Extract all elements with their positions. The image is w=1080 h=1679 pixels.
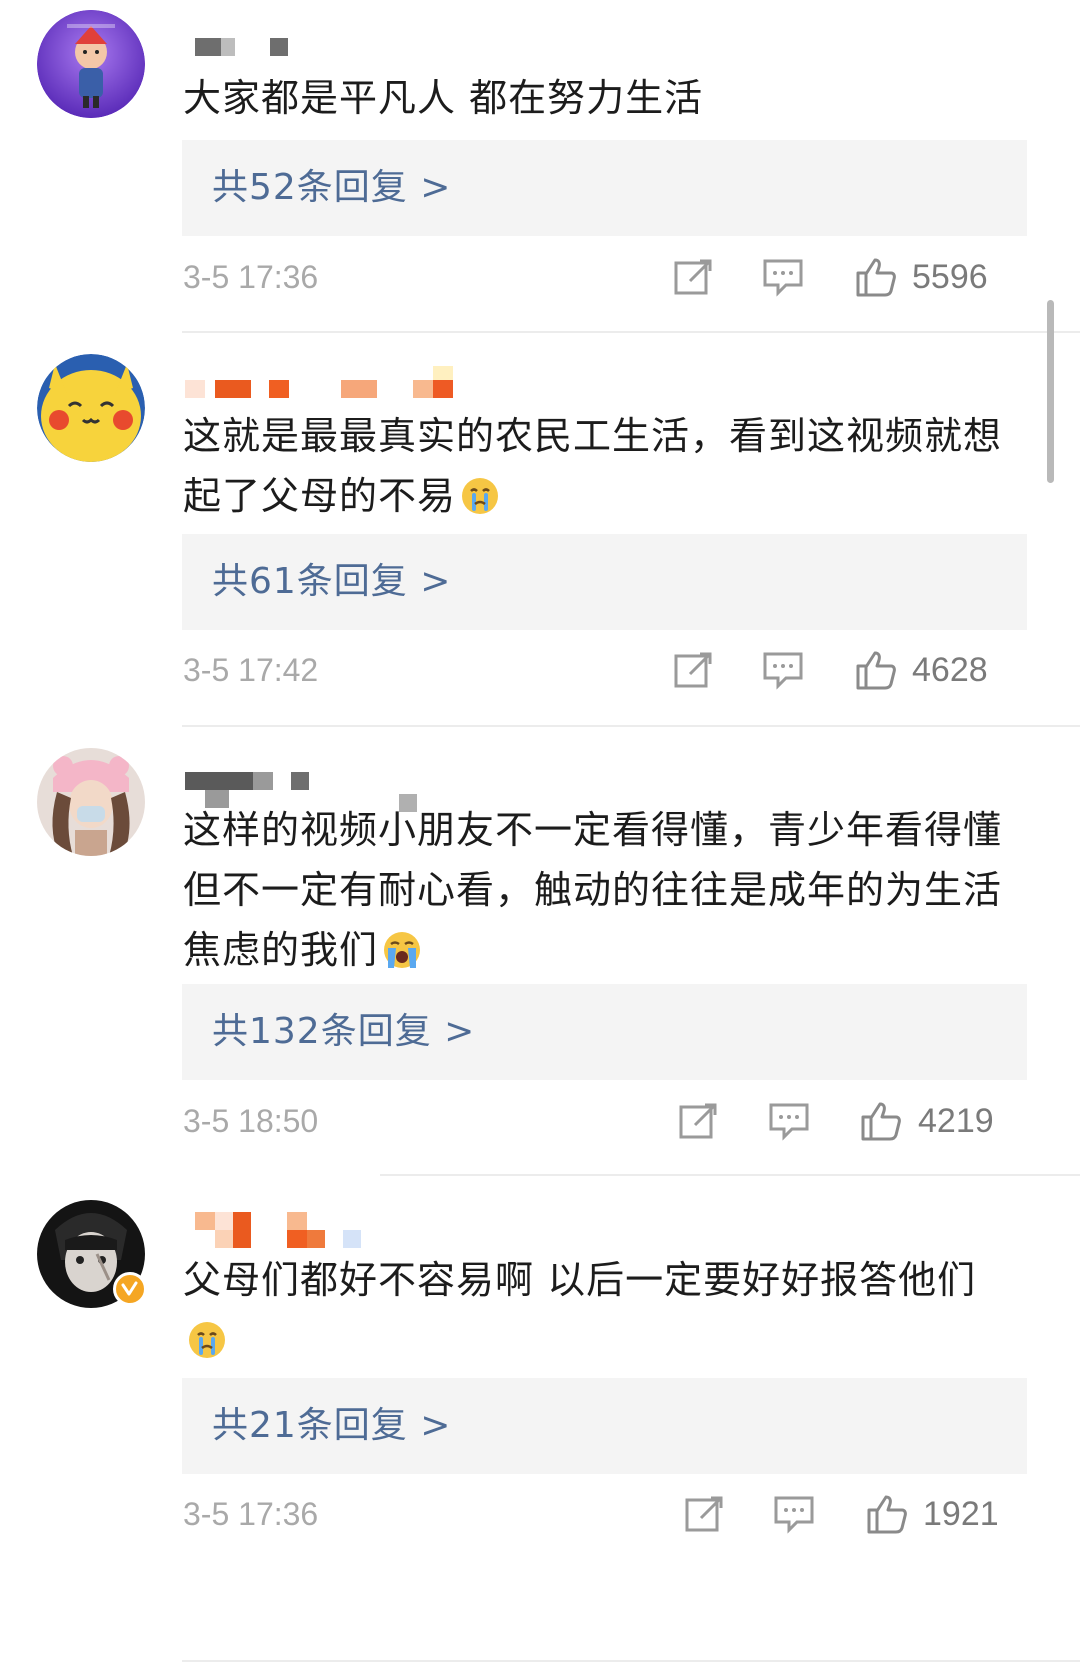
share-icon[interactable] xyxy=(683,1494,725,1534)
divider xyxy=(380,1174,1080,1176)
thumbs-up-icon[interactable] xyxy=(860,1101,902,1141)
comment-text-body: 这就是最最真实的农民工生活，看到这视频就想起了父母的不易 xyxy=(183,414,1003,518)
avatar[interactable] xyxy=(37,748,145,856)
replies-label: 共52条回复 > xyxy=(212,167,452,208)
loudly-crying-emoji xyxy=(382,930,422,970)
comment-text: 父母们都好不容易啊 以后一定要好好报答他们 xyxy=(183,1250,1003,1370)
verified-badge-icon xyxy=(113,1272,147,1306)
comment-time: 3-5 18:50 xyxy=(183,1103,319,1139)
comment-meta: 3-5 17:42 4628 xyxy=(0,640,1080,700)
comment-icon[interactable] xyxy=(762,257,804,297)
comment-text: 这样的视频小朋友不一定看得懂，青少年看得懂但不一定有耐心看，触动的往往是成年的为… xyxy=(183,800,1003,980)
divider xyxy=(182,1660,1080,1662)
comment-meta: 3-5 17:36 1921 xyxy=(0,1484,1080,1544)
replies-label: 共61条回复 > xyxy=(212,561,452,602)
replies-label: 共21条回复 > xyxy=(212,1405,452,1446)
like-count: 4628 xyxy=(912,651,988,689)
divider xyxy=(182,725,1080,727)
divider xyxy=(182,331,1080,333)
like-count: 5596 xyxy=(912,258,988,296)
comment-time: 3-5 17:36 xyxy=(183,259,319,295)
view-replies-button[interactable]: 共52条回复 > xyxy=(182,140,1027,236)
view-replies-button[interactable]: 共21条回复 > xyxy=(182,1378,1027,1474)
comment-text: 这就是最最真实的农民工生活，看到这视频就想起了父母的不易 xyxy=(183,406,1003,526)
comment-time: 3-5 17:36 xyxy=(183,1496,319,1532)
scrollbar[interactable] xyxy=(1047,300,1054,483)
share-icon[interactable] xyxy=(672,257,714,297)
view-replies-button[interactable]: 共132条回复 > xyxy=(182,984,1027,1080)
share-icon[interactable] xyxy=(677,1101,719,1141)
crying-emoji xyxy=(460,476,500,516)
comment-text-body: 父母们都好不容易啊 以后一定要好好报答他们 xyxy=(183,1258,977,1302)
comment-meta: 3-5 17:36 5596 xyxy=(0,247,1080,307)
crying-emoji xyxy=(187,1320,227,1360)
comment-icon[interactable] xyxy=(773,1494,815,1534)
thumbs-up-icon[interactable] xyxy=(866,1494,908,1534)
avatar[interactable] xyxy=(37,10,145,118)
comment-text-body: 这样的视频小朋友不一定看得懂，青少年看得懂但不一定有耐心看，触动的往往是成年的为… xyxy=(183,808,1003,972)
comment-icon[interactable] xyxy=(762,650,804,690)
like-count: 1921 xyxy=(923,1495,999,1533)
like-count: 4219 xyxy=(918,1102,994,1140)
comment-time: 3-5 17:42 xyxy=(183,652,319,688)
comment-text: 大家都是平凡人 都在努力生活 xyxy=(183,76,704,120)
thumbs-up-icon[interactable] xyxy=(855,650,897,690)
view-replies-button[interactable]: 共61条回复 > xyxy=(182,534,1027,630)
comment-icon[interactable] xyxy=(768,1101,810,1141)
share-icon[interactable] xyxy=(672,650,714,690)
avatar[interactable] xyxy=(37,354,145,462)
replies-label: 共132条回复 > xyxy=(212,1011,476,1052)
thumbs-up-icon[interactable] xyxy=(855,257,897,297)
comment-meta: 3-5 18:50 4219 xyxy=(0,1091,1080,1151)
